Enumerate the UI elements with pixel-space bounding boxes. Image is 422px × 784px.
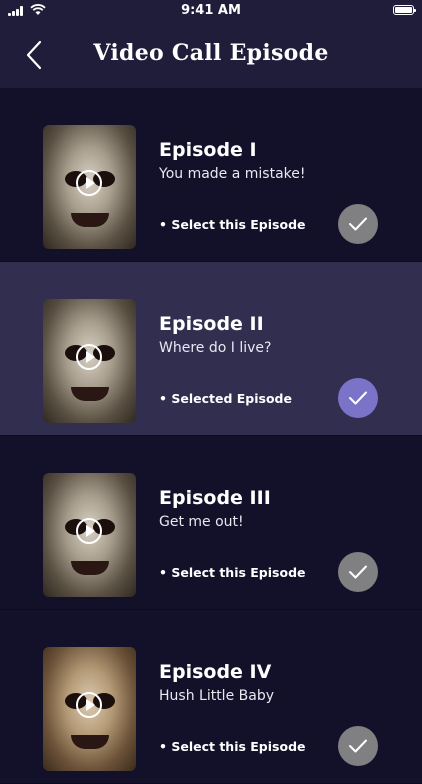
checkmark-icon <box>349 217 367 231</box>
play-icon <box>76 518 102 544</box>
select-episode-button[interactable] <box>338 552 378 592</box>
episode-status: • Select this Episode <box>159 565 306 580</box>
play-icon <box>76 344 102 370</box>
select-episode-button[interactable] <box>338 204 378 244</box>
page-title: Video Call Episode <box>93 40 329 66</box>
battery-icon <box>393 5 416 15</box>
select-episode-button[interactable] <box>338 726 378 766</box>
status-time: 9:41 AM <box>181 3 241 18</box>
status-bar: 9:41 AM <box>0 0 422 22</box>
episode-status: • Selected Episode <box>159 391 292 406</box>
episode-row[interactable]: Episode IV Hush Little Baby • Select thi… <box>0 610 422 784</box>
episode-subtitle: Hush Little Baby <box>159 688 274 704</box>
checkmark-icon <box>349 391 367 405</box>
episode-thumbnail[interactable] <box>43 125 136 249</box>
episode-subtitle: Get me out! <box>159 514 244 530</box>
episode-status: • Select this Episode <box>159 217 306 232</box>
select-episode-button[interactable] <box>338 378 378 418</box>
episode-title: Episode IV <box>159 661 272 683</box>
nav-bar: Video Call Episode <box>0 22 422 88</box>
episode-subtitle: You made a mistake! <box>159 166 306 182</box>
checkmark-icon <box>349 739 367 753</box>
episode-list: Episode I You made a mistake! • Select t… <box>0 88 422 784</box>
episode-thumbnail[interactable] <box>43 647 136 771</box>
episode-title: Episode I <box>159 139 257 161</box>
episode-title: Episode III <box>159 487 271 509</box>
episode-thumbnail[interactable] <box>43 473 136 597</box>
episode-title: Episode II <box>159 313 264 335</box>
episode-status: • Select this Episode <box>159 739 306 754</box>
episode-row[interactable]: Episode II Where do I live? • Selected E… <box>0 262 422 436</box>
checkmark-icon <box>349 565 367 579</box>
play-icon <box>76 170 102 196</box>
episode-row[interactable]: Episode III Get me out! • Select this Ep… <box>0 436 422 610</box>
episode-thumbnail[interactable] <box>43 299 136 423</box>
episode-row[interactable]: Episode I You made a mistake! • Select t… <box>0 88 422 262</box>
play-icon <box>76 692 102 718</box>
episode-subtitle: Where do I live? <box>159 340 272 356</box>
